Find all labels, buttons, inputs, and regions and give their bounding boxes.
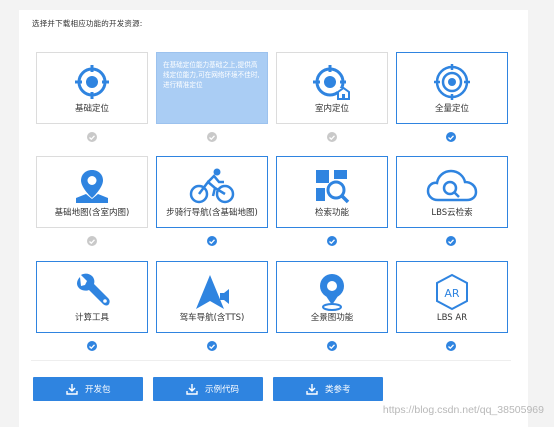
checkbox-calc-tools[interactable] [87,341,97,351]
cloud-search-icon [426,169,478,202]
card-bike-walk-navigation[interactable]: 步骑行导航(含基础地图) [156,156,268,228]
button-label: 类参考 [325,385,351,395]
download-sample-code-button[interactable]: 示例代码 [153,377,263,401]
download-icon [186,384,198,395]
checkbox-advanced-location[interactable] [207,132,217,142]
checkbox-bike-walk-navigation[interactable] [207,236,217,246]
full-locate-icon [434,64,470,100]
card-calc-tools[interactable]: 计算工具 [36,261,148,333]
checkbox-panorama[interactable] [327,341,337,351]
card-indoor-location[interactable]: 室内定位 [276,52,388,124]
divider [31,360,511,361]
nav-arrow-icon [196,275,229,309]
checkbox-basic-map[interactable] [87,236,97,246]
card-label: 驾车导航(含TTS) [179,313,245,323]
button-label: 开发包 [85,385,111,395]
download-class-reference-button[interactable]: 类参考 [273,377,383,401]
checkbox-lbs-cloud-search[interactable] [446,236,456,246]
download-icon [66,384,78,395]
card-label: 步骑行导航(含基础地图) [166,208,258,218]
card-basic-location[interactable]: 基础定位 [36,52,148,124]
button-label: 示例代码 [205,385,240,395]
card-full-location[interactable]: 全量定位 [396,52,508,124]
checkbox-basic-location[interactable] [87,132,97,142]
card-basic-map[interactable]: 基础地图(含室内图) [36,156,148,228]
checkbox-search[interactable] [327,236,337,246]
card-label: 基础定位 [74,104,109,114]
card-label: 检索功能 [314,208,349,218]
download-sdk-button[interactable]: 开发包 [33,377,143,401]
card-driving-navigation[interactable]: 驾车导航(含TTS) [156,261,268,333]
card-label: LBS云检索 [431,208,473,218]
panorama-pin-icon [320,274,344,311]
card-label: 全量定位 [434,104,469,114]
card-panorama[interactable]: 全景图功能 [276,261,388,333]
search-grid-icon [316,170,350,204]
bicycle-icon [189,168,235,204]
checkbox-driving-navigation[interactable] [207,341,217,351]
card-label: 计算工具 [74,313,109,323]
card-label: LBS AR [436,313,468,323]
card-lbs-cloud-search[interactable]: LBS云检索 [396,156,508,228]
ar-hex-icon: AR [436,273,468,311]
card-search[interactable]: 检索功能 [276,156,388,228]
crosshair-icon [75,65,109,99]
map-pin-icon [76,170,108,203]
card-advanced-location-info[interactable]: 在基础定位能力基础之上,提供高线定位能力,可在网络环境不佳时,进行精准定位 [156,52,268,124]
wrench-icon [77,273,110,306]
checkbox-full-location[interactable] [446,132,456,142]
card-lbs-ar[interactable]: AR LBS AR [396,261,508,333]
page-title: 选择并下载相应功能的开发资源: [32,19,143,28]
svg-text:AR: AR [444,287,460,300]
card-label: 基础地图(含室内图) [54,208,130,218]
checkbox-indoor-location[interactable] [327,132,337,142]
download-icon [306,384,318,395]
card-description: 在基础定位能力基础之上,提供高线定位能力,可在网络环境不佳时,进行精准定位 [163,61,260,89]
checkbox-lbs-ar[interactable] [446,341,456,351]
card-label: 室内定位 [314,104,349,114]
card-label: 全景图功能 [310,313,354,323]
indoor-locate-icon [313,65,350,100]
watermark: https://blog.csdn.net/qq_38505969 [382,404,544,416]
